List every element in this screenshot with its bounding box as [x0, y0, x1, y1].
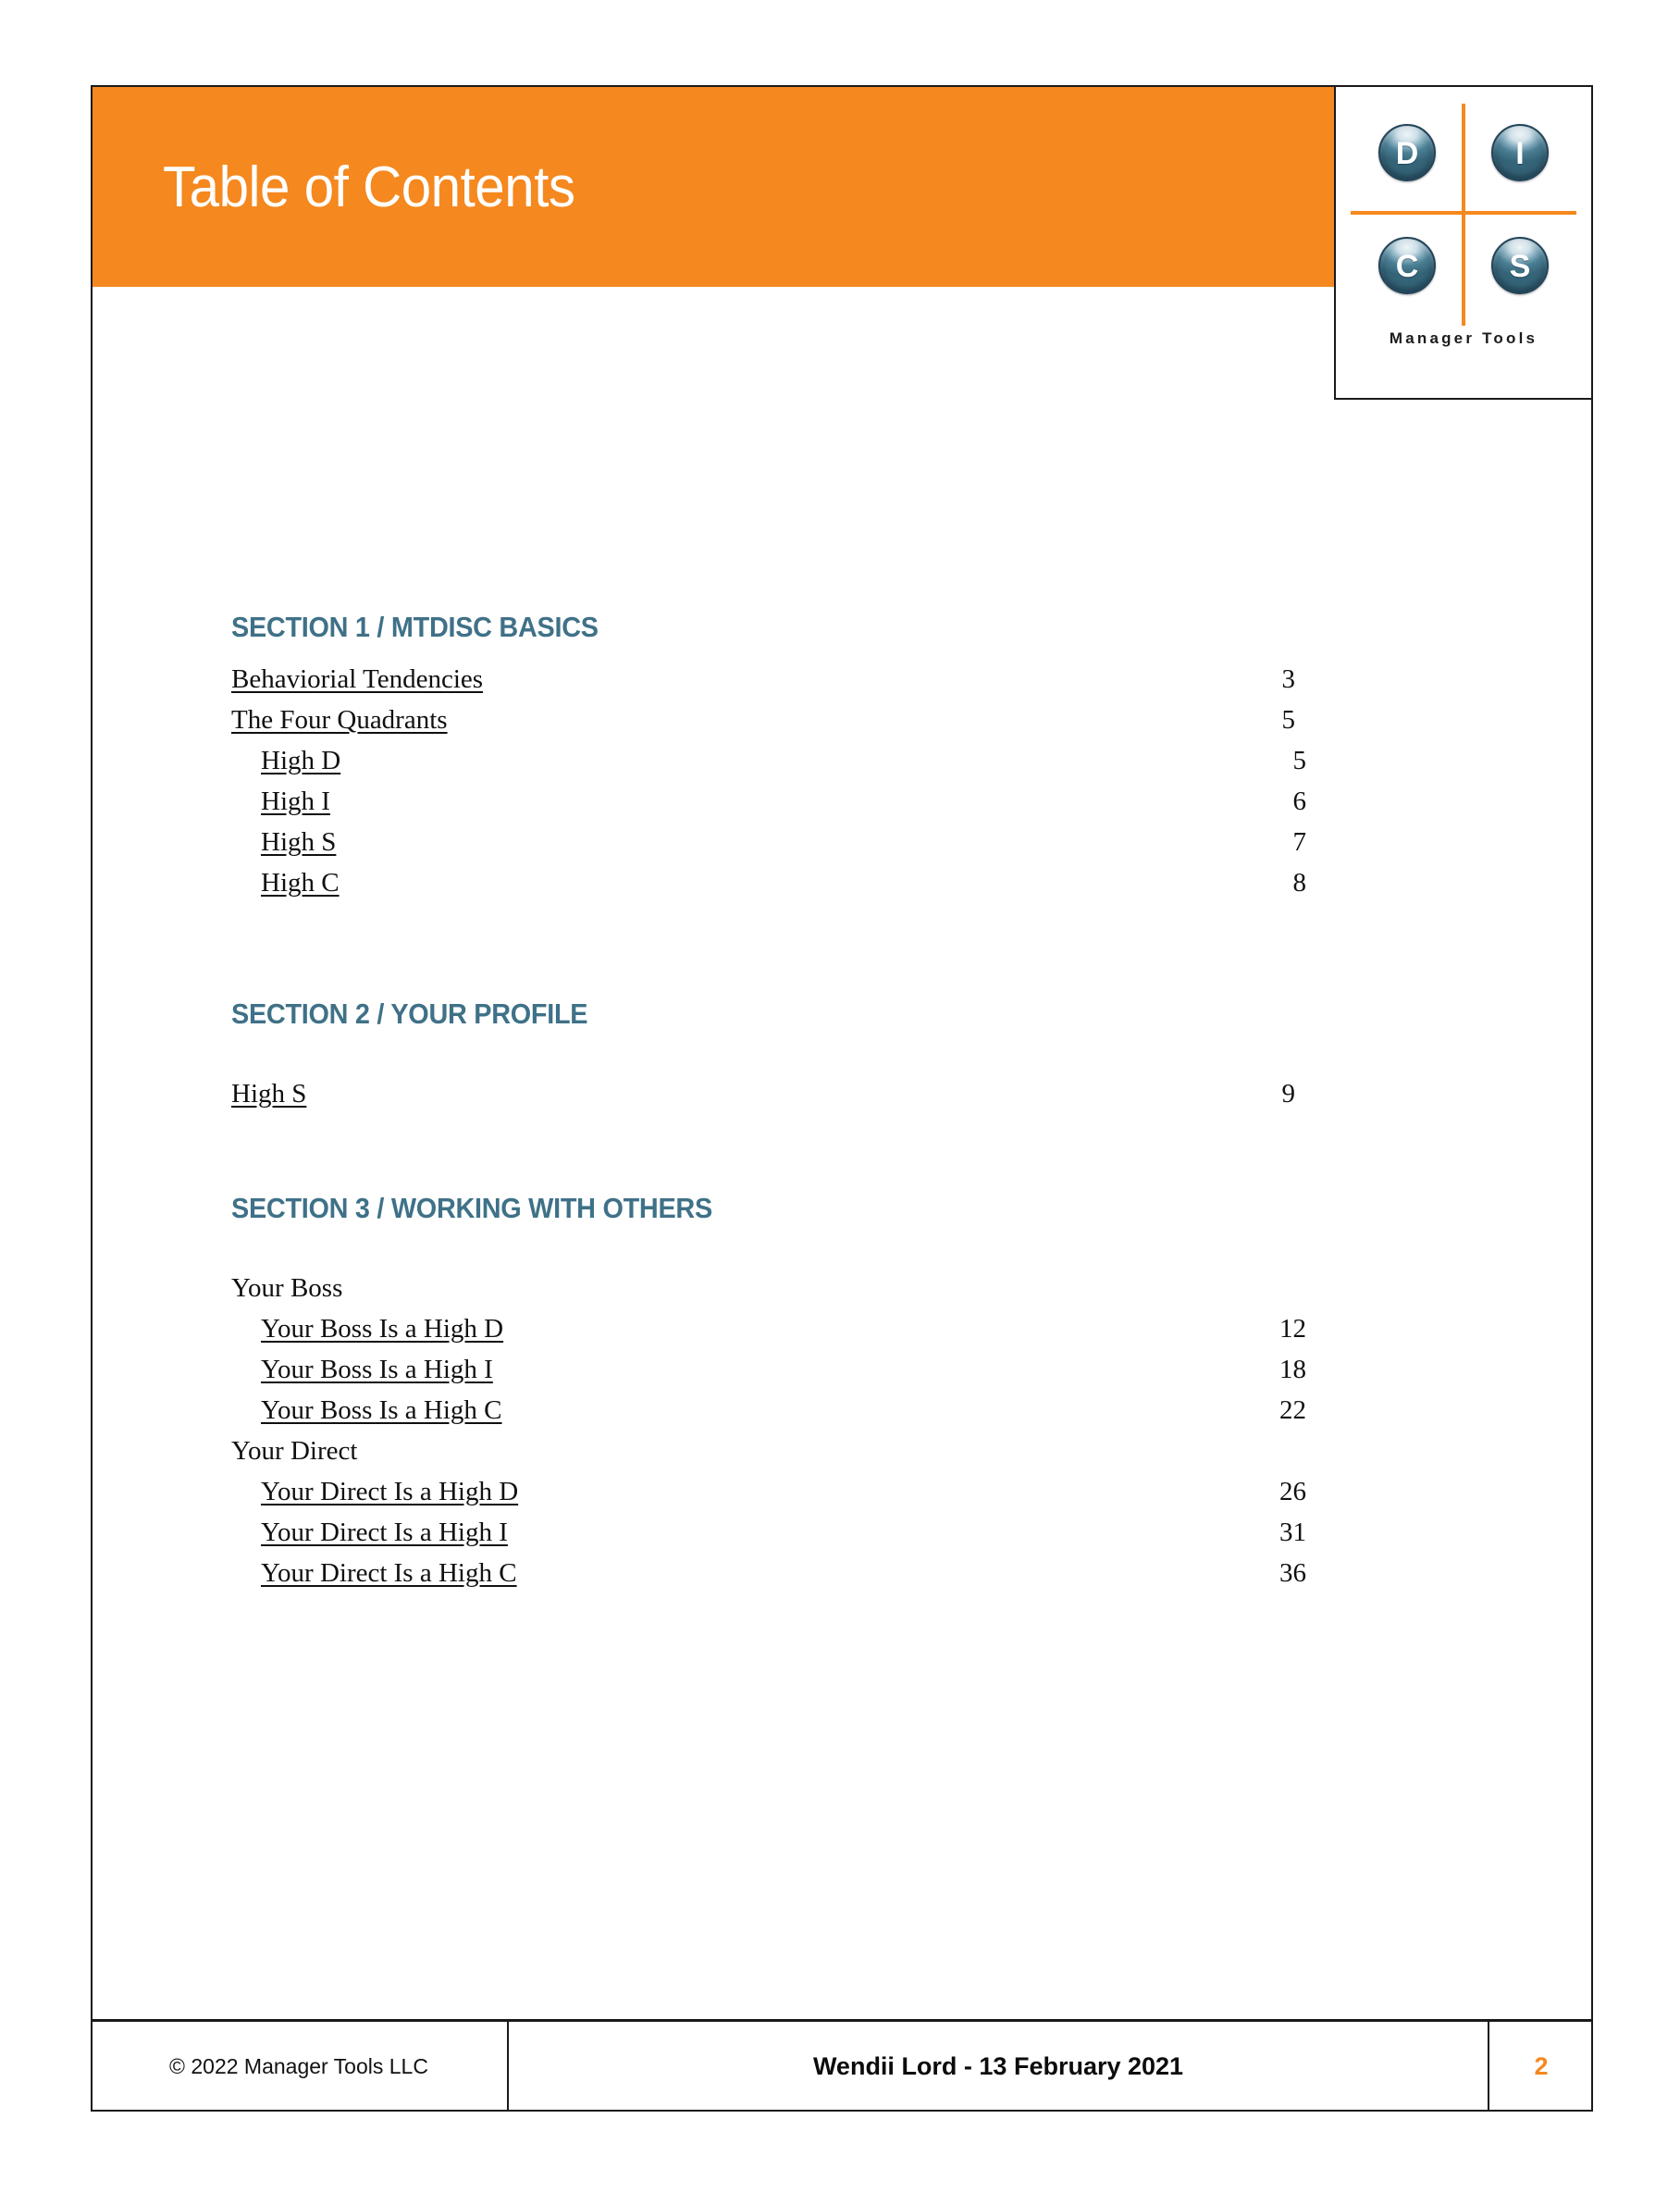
toc-entry-page: 26	[1279, 1477, 1306, 1506]
footer-copyright: © 2022 Manager Tools LLC	[91, 2022, 509, 2112]
toc-entry-page: 6	[1292, 787, 1307, 816]
toc-entry-label[interactable]: Your Direct Is a High C	[261, 1558, 517, 1589]
disc-sphere-i-letter: I	[1515, 136, 1525, 171]
section-heading-2: SECTION 2 / YOUR PROFILE	[231, 997, 588, 1030]
document-page: Table of Contents D I C S Manager Tools …	[0, 0, 1680, 2193]
toc-entry-label[interactable]: Your Boss Is a High D	[261, 1314, 503, 1344]
toc-entry-label[interactable]: High D	[261, 746, 340, 776]
disc-sphere-s-letter: S	[1509, 249, 1531, 284]
manager-tools-logo: D I C S Manager Tools	[1334, 85, 1593, 400]
toc-entry[interactable]: The Four Quadrants 5	[93, 705, 1591, 746]
toc-entry-page: 18	[1279, 1355, 1306, 1384]
disc-quadrant-grid: D I C S	[1336, 96, 1591, 328]
toc-entry-page: 36	[1279, 1558, 1306, 1588]
disc-sphere-i-icon: I	[1491, 124, 1549, 181]
toc-group-header: Your Direct	[93, 1436, 1591, 1477]
page-footer: © 2022 Manager Tools LLC Wendii Lord - 1…	[91, 2019, 1593, 2112]
toc-entry[interactable]: Your Boss Is a High D 12	[93, 1314, 1591, 1355]
toc-entry[interactable]: Your Boss Is a High I 18	[93, 1355, 1591, 1395]
quadrant-horizontal-line	[1351, 211, 1576, 215]
toc-entry[interactable]: High D 5	[93, 746, 1591, 787]
toc-entry-label: Your Direct	[231, 1436, 358, 1466]
disc-sphere-s-icon: S	[1491, 237, 1549, 294]
page-title: Table of Contents	[163, 155, 575, 219]
toc-entry-label[interactable]: The Four Quadrants	[231, 705, 448, 736]
toc-entry-label[interactable]: Your Direct Is a High I	[261, 1518, 508, 1548]
toc-entry-label[interactable]: High C	[261, 868, 340, 898]
toc-entry-label[interactable]: Your Direct Is a High D	[261, 1477, 518, 1507]
toc-entry-page: 31	[1279, 1518, 1306, 1547]
toc-entry-label[interactable]: Your Boss Is a High C	[261, 1395, 502, 1426]
toc-entry-page: 12	[1279, 1314, 1306, 1344]
toc-entry-label[interactable]: Your Boss Is a High I	[261, 1355, 493, 1385]
toc-entry-page: 8	[1292, 868, 1307, 898]
toc-entry-page: 5	[1281, 705, 1296, 735]
disc-sphere-c-letter: C	[1395, 249, 1419, 284]
quadrant-vertical-line	[1462, 104, 1465, 326]
disc-sphere-d-icon: D	[1378, 124, 1436, 181]
section-heading-1: SECTION 1 / MTDISC BASICS	[231, 611, 599, 643]
toc-entry-page: 3	[1281, 664, 1296, 694]
toc-entry-label[interactable]: High S	[231, 1079, 306, 1109]
toc-entry-page: 22	[1279, 1395, 1306, 1425]
table-of-contents: SECTION 1 / MTDISC BASICS Behaviorial Te…	[93, 611, 1591, 1599]
disc-sphere-c-icon: C	[1378, 237, 1436, 294]
toc-entry-page: 9	[1281, 1079, 1296, 1109]
logo-wordmark: Manager Tools	[1389, 329, 1538, 347]
toc-entry[interactable]: High S 9	[93, 1079, 1591, 1120]
footer-page-number: 2	[1534, 2052, 1549, 2080]
toc-entry[interactable]: Your Direct Is a High C 36	[93, 1558, 1591, 1599]
toc-entry-label[interactable]: Behaviorial Tendencies	[231, 664, 483, 695]
toc-entry-page: 5	[1292, 746, 1307, 775]
toc-entry[interactable]: Your Boss Is a High C 22	[93, 1395, 1591, 1436]
toc-entry-label[interactable]: High S	[261, 827, 336, 858]
section-heading-3: SECTION 3 / WORKING WITH OTHERS	[231, 1192, 712, 1224]
toc-entry[interactable]: Your Direct Is a High I 31	[93, 1518, 1591, 1558]
toc-entry[interactable]: Behaviorial Tendencies 3	[93, 664, 1591, 705]
disc-sphere-d-letter: D	[1395, 136, 1419, 171]
toc-entry-page: 7	[1292, 827, 1307, 857]
toc-entry[interactable]: Your Direct Is a High D 26	[93, 1477, 1591, 1518]
toc-entry[interactable]: High S 7	[93, 827, 1591, 868]
toc-entry[interactable]: High C 8	[93, 868, 1591, 909]
footer-subject: Wendii Lord - 13 February 2021	[509, 2022, 1489, 2112]
toc-entry[interactable]: High I 6	[93, 787, 1591, 827]
toc-entry-label: Your Boss	[231, 1273, 343, 1303]
toc-group-header: Your Boss	[93, 1273, 1591, 1314]
page-header-bar: Table of Contents	[93, 87, 1334, 287]
toc-entry-label[interactable]: High I	[261, 787, 330, 817]
